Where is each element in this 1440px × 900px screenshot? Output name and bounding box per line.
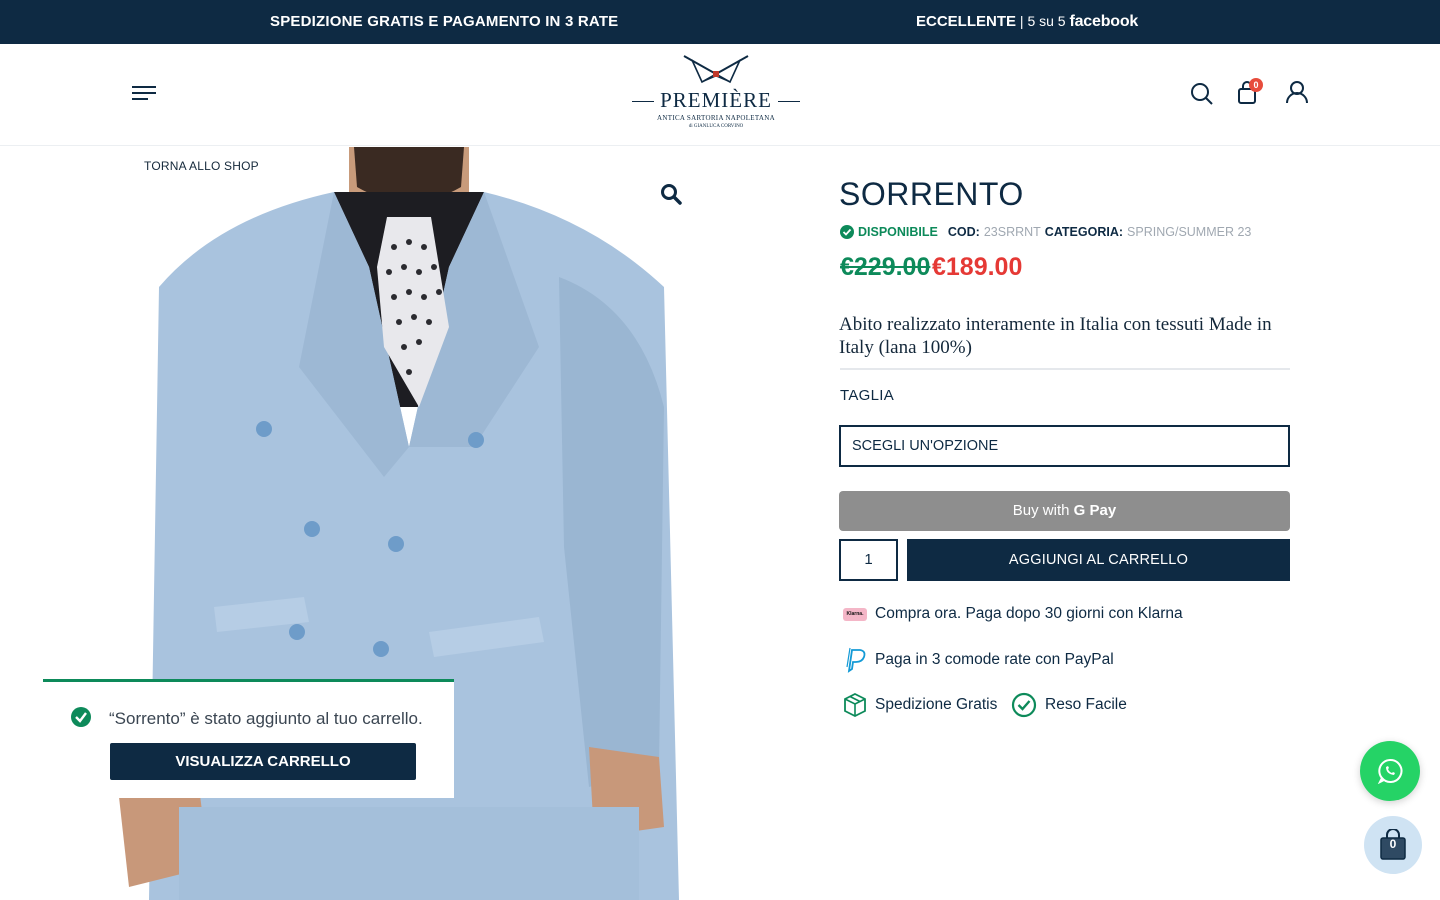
promo-text: SPEDIZIONE GRATIS E PAGAMENTO IN 3 RATE [270, 13, 619, 30]
site-logo[interactable]: PREMIÈRE ANTICA SARTORIA NAPOLETANA di G… [630, 54, 802, 134]
success-check-icon [71, 707, 91, 727]
quantity-input[interactable]: 1 [839, 539, 898, 581]
whatsapp-icon [1377, 758, 1403, 784]
klarna-text: Compra ora. Paga dopo 30 giorni con Klar… [875, 605, 1183, 622]
floating-cart-button[interactable]: 0 [1364, 816, 1422, 874]
paypal-icon [846, 647, 866, 673]
zoom-button[interactable] [645, 168, 697, 220]
shipping-perk: Spedizione Gratis [843, 692, 997, 718]
size-label: TAGLIA [840, 387, 895, 404]
facebook-wordmark: facebook [1069, 13, 1139, 30]
category-link[interactable]: SPRING/SUMMER 23 [1127, 225, 1251, 239]
shipping-text: Spedizione Gratis [875, 696, 998, 713]
in-stock-check-icon [840, 225, 854, 239]
rating-separator: | [1016, 13, 1028, 29]
gpay-prefix: Buy with [1012, 502, 1074, 519]
whatsapp-button[interactable] [1360, 741, 1420, 801]
size-select[interactable]: SCEGLI UN'OPZIONE [839, 425, 1290, 467]
logo-subtitle: ANTICA SARTORIA NAPOLETANA [657, 114, 775, 122]
added-to-cart-notice: “Sorrento” è stato aggiunto al tuo carre… [43, 679, 454, 798]
product-short-description: Abito realizzato interamente in Italia c… [839, 314, 1272, 358]
add-to-cart-button[interactable]: AGGIUNGI AL CARRELLO [907, 539, 1290, 581]
regular-price: €229.00 [840, 253, 931, 281]
floating-cart-count: 0 [1389, 837, 1397, 851]
availability-status: DISPONIBILE [858, 225, 938, 239]
user-account-icon[interactable] [1285, 80, 1309, 104]
logo-brand: PREMIÈRE [660, 88, 772, 112]
notice-message: “Sorrento” è stato aggiunto al tuo carre… [109, 709, 423, 728]
rating-value: 5 su 5 [1027, 13, 1070, 29]
sku-label: COD: [947, 225, 980, 239]
site-header: PREMIÈRE ANTICA SARTORIA NAPOLETANA di G… [0, 44, 1440, 146]
product-meta: DISPONIBILE COD: 23SRRNT CATEGORIA: SPRI… [840, 225, 1255, 239]
klarna-perk: Klarna. Compra ora. Paga dopo 30 giorni … [843, 605, 1183, 623]
package-icon [844, 692, 866, 718]
category-label: CATEGORIA: [1044, 225, 1124, 239]
magnifier-icon [661, 184, 682, 205]
view-cart-button[interactable]: VISUALIZZA CARRELLO [110, 743, 416, 780]
cart-count-badge: 0 [1249, 78, 1263, 92]
returns-perk: Reso Facile [1011, 692, 1127, 718]
sale-price: €189.00 [932, 253, 1023, 281]
search-icon[interactable] [1190, 82, 1214, 106]
returns-text: Reso Facile [1045, 696, 1127, 713]
product-title: SORRENTO [839, 176, 1024, 212]
google-pay-button[interactable]: Buy with G Pay [839, 491, 1290, 531]
paypal-text: Paga in 3 comode rate con PayPal [875, 651, 1114, 668]
back-to-shop-link[interactable]: TORNA ALLO SHOP [144, 159, 259, 173]
bowtie-logo-icon [683, 55, 749, 84]
sku-value: 23SRRNT [983, 225, 1041, 239]
check-circle-icon [1011, 692, 1037, 718]
gpay-brand: G Pay [1073, 502, 1117, 519]
logo-signature: di GIANLUCA CORVINO [688, 124, 744, 129]
paypal-perk: Paga in 3 comode rate con PayPal [843, 647, 1114, 673]
rating-label: ECCELLENTE [916, 13, 1017, 30]
menu-icon[interactable] [132, 86, 158, 104]
divider [840, 368, 1290, 370]
top-announcement-bar: SPEDIZIONE GRATIS E PAGAMENTO IN 3 RATE … [0, 0, 1440, 44]
rating-text[interactable]: ECCELLENTE | 5 su 5 facebook [916, 13, 1138, 31]
klarna-icon: Klarna. [843, 607, 867, 621]
